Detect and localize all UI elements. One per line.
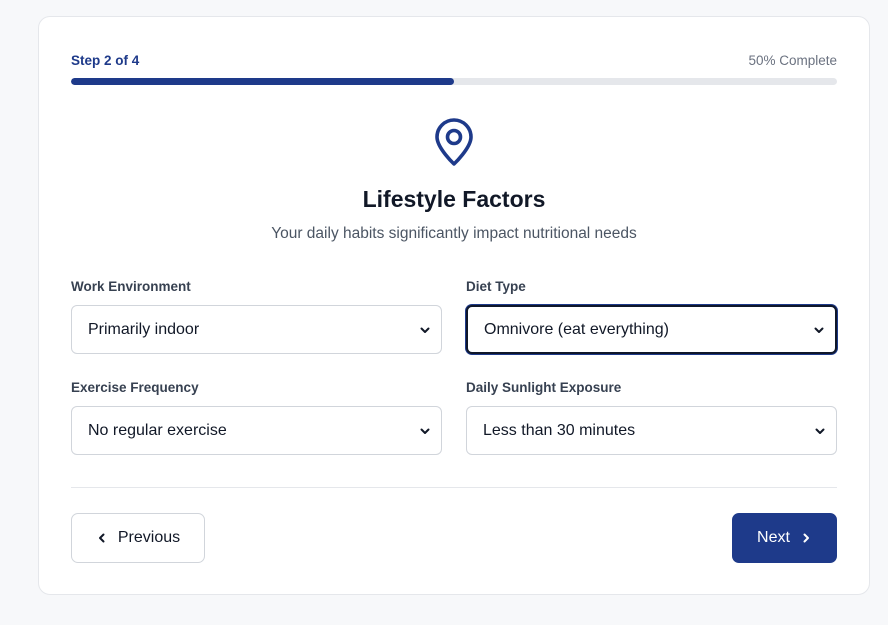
progress-bar-fill [71, 78, 454, 85]
percent-complete: 50% Complete [748, 53, 837, 68]
previous-button[interactable]: Previous [71, 513, 205, 563]
progress-header: Step 2 of 4 50% Complete [71, 53, 837, 68]
divider [71, 487, 837, 488]
diet-type-label: Diet Type [466, 279, 526, 294]
next-button-label: Next [757, 529, 790, 546]
sunlight-exposure-field: Daily Sunlight Exposure Less than 30 min… [466, 380, 837, 455]
progress-bar [71, 78, 837, 85]
diet-type-field: Diet Type Omnivore (eat everything) [466, 279, 837, 354]
exercise-frequency-select[interactable]: No regular exercise [71, 406, 442, 455]
chevron-left-icon [98, 533, 105, 543]
chevron-down-icon [420, 327, 430, 333]
chevron-down-icon [420, 428, 430, 434]
sunlight-exposure-value: Less than 30 minutes [483, 421, 636, 439]
chevron-right-icon [803, 533, 809, 543]
map-pin-icon [435, 118, 473, 166]
page-title: Lifestyle Factors [362, 186, 546, 212]
work-environment-field: Work Environment Primarily indoor [71, 279, 442, 354]
chevron-down-icon [814, 327, 824, 333]
work-environment-value: Primarily indoor [88, 320, 200, 338]
exercise-frequency-field: Exercise Frequency No regular exercise [71, 380, 442, 455]
work-environment-label: Work Environment [71, 279, 191, 294]
work-environment-select[interactable]: Primarily indoor [71, 305, 442, 354]
sunlight-exposure-select[interactable]: Less than 30 minutes [466, 406, 837, 455]
step-indicator: Step 2 of 4 [71, 53, 140, 68]
next-button[interactable]: Next [732, 513, 837, 563]
previous-button-label: Previous [117, 529, 181, 546]
sunlight-exposure-label: Daily Sunlight Exposure [466, 380, 622, 395]
diet-type-value: Omnivore (eat everything) [484, 320, 669, 338]
chevron-down-icon [815, 428, 825, 434]
exercise-frequency-value: No regular exercise [88, 421, 227, 439]
wizard-card: Step 2 of 4 50% Complete Lifestyle Facto… [38, 16, 870, 595]
diet-type-select[interactable]: Omnivore (eat everything) [466, 305, 837, 354]
page-subtitle: Your daily habits significantly impact n… [271, 225, 637, 242]
exercise-frequency-label: Exercise Frequency [71, 380, 199, 395]
